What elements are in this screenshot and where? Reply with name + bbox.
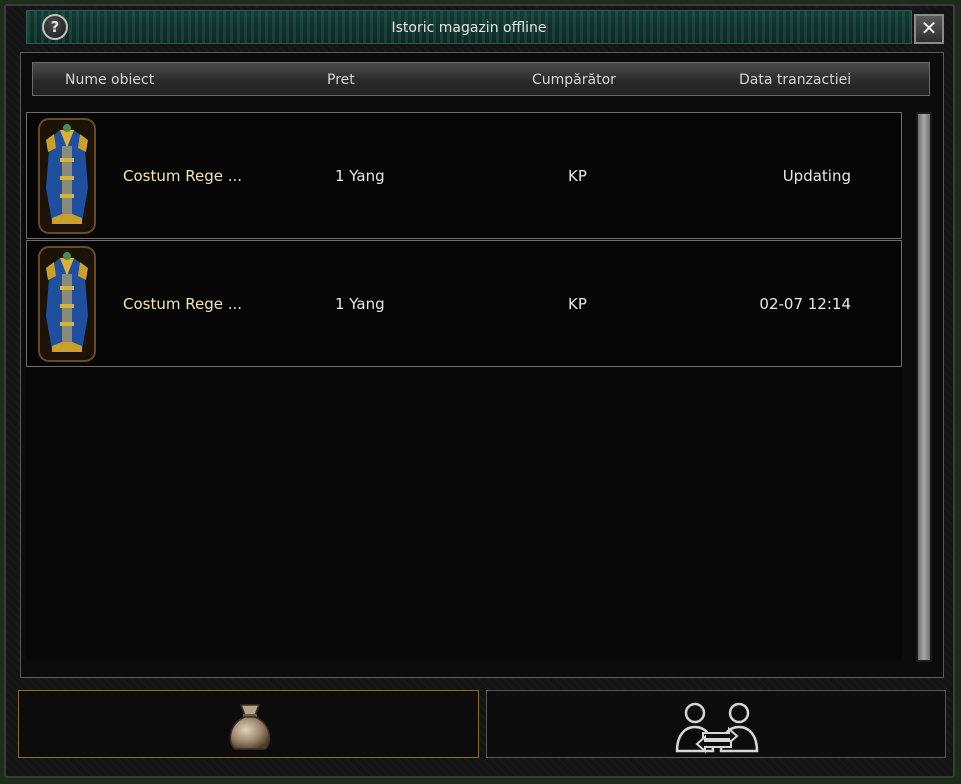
column-header-transaction-date: Data tranzactiei — [739, 72, 852, 88]
royal-costume-icon — [38, 118, 96, 234]
item-price: 1 Yang — [335, 167, 385, 185]
scrollbar-thumb[interactable] — [918, 114, 930, 660]
table-row[interactable]: Costum Rege ... 1 Yang KP 02-07 12:14 — [26, 240, 902, 367]
table-header: Nume obiect Pret Cumpărător Data tranzac… — [32, 62, 930, 96]
royal-costume-icon — [38, 246, 96, 362]
buyer-name: KP — [568, 295, 587, 313]
transaction-list: Costum Rege ... 1 Yang KP Updating Costu… — [26, 112, 902, 660]
item-price: 1 Yang — [335, 295, 385, 313]
sold-items-tab-button[interactable] — [18, 690, 479, 758]
trade-history-tab-button[interactable] — [486, 690, 946, 758]
column-header-price: Pret — [327, 72, 355, 88]
table-row[interactable]: Costum Rege ... 1 Yang KP Updating — [26, 112, 902, 239]
close-button[interactable]: ✕ — [914, 14, 944, 44]
money-bag-icon — [229, 704, 271, 750]
item-name: Costum Rege ... — [123, 167, 243, 185]
buyer-name: KP — [568, 167, 587, 185]
column-header-item-name: Nume obiect — [65, 72, 155, 88]
trade-users-icon — [675, 702, 759, 754]
help-icon[interactable]: ? — [42, 14, 68, 40]
list-scrollbar[interactable] — [916, 112, 932, 662]
transaction-date: 02-07 12:14 — [759, 295, 851, 313]
transaction-date: Updating — [782, 167, 851, 185]
item-name: Costum Rege ... — [123, 295, 243, 313]
window-title: Istoric magazin offline — [391, 20, 547, 36]
column-header-buyer: Cumpărător — [532, 72, 616, 88]
title-bar[interactable]: Istoric magazin offline — [26, 10, 912, 44]
